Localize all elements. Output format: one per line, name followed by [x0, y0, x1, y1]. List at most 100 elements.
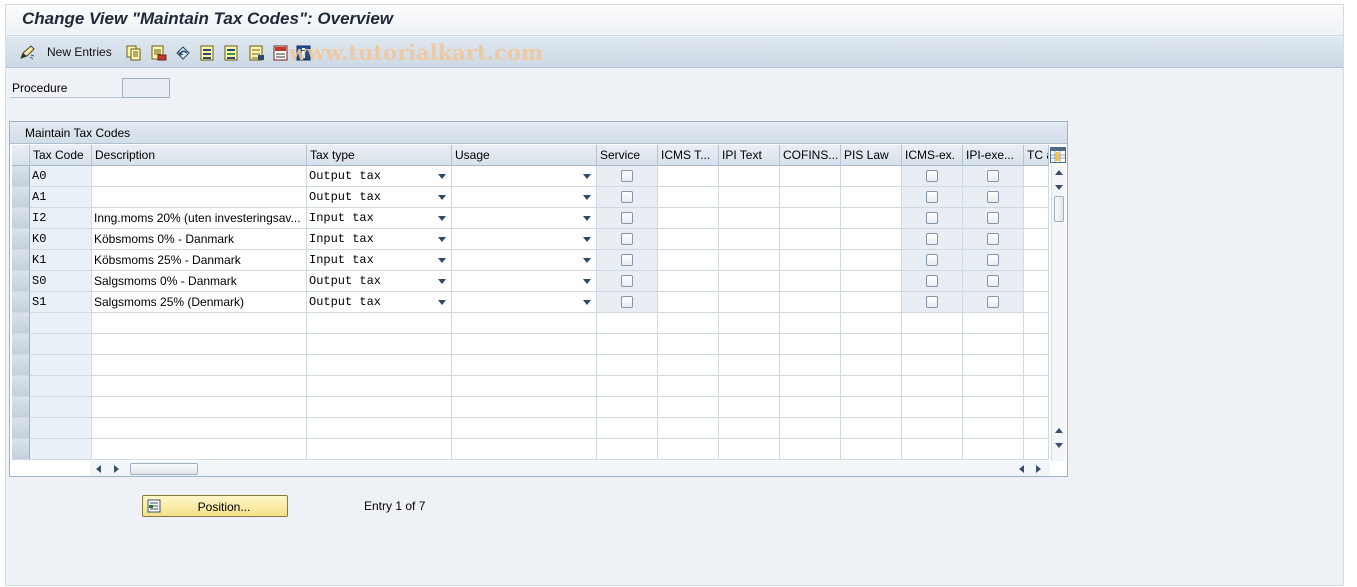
- col-header-icms-t[interactable]: ICMS T...: [658, 145, 719, 166]
- ipi-exe-checkbox[interactable]: [987, 254, 999, 266]
- cell-tax-code[interactable]: [30, 334, 92, 355]
- row-selector[interactable]: [12, 208, 30, 229]
- cell-description[interactable]: Salgsmoms 25% (Denmark): [92, 292, 307, 313]
- cell-pis-law[interactable]: [841, 208, 902, 229]
- procedure-input[interactable]: [122, 78, 170, 98]
- cell-icms-t[interactable]: [658, 376, 719, 397]
- cell-ipi-exe[interactable]: [963, 313, 1024, 334]
- cell-tax-type-dropdown[interactable]: Output tax: [307, 292, 452, 313]
- cell-tc[interactable]: [1024, 334, 1049, 355]
- row-selector[interactable]: [12, 355, 30, 376]
- chevron-down-icon[interactable]: [438, 216, 446, 221]
- col-header-ipi-text[interactable]: IPI Text: [719, 145, 780, 166]
- cell-description[interactable]: [92, 397, 307, 418]
- select-all-rows-header[interactable]: [12, 145, 30, 166]
- icms-ex-checkbox[interactable]: [926, 170, 938, 182]
- cell-usage-dropdown[interactable]: [452, 271, 597, 292]
- cell-cofins[interactable]: [780, 229, 841, 250]
- cell-icms-t[interactable]: [658, 397, 719, 418]
- cell-description[interactable]: [92, 439, 307, 460]
- cell-ipi-exe[interactable]: [963, 418, 1024, 439]
- scroll-right-arrow-icon[interactable]: [114, 465, 119, 473]
- cell-description[interactable]: [92, 166, 307, 187]
- cell-description[interactable]: [92, 355, 307, 376]
- row-selector[interactable]: [12, 229, 30, 250]
- vertical-scrollbar[interactable]: [1051, 166, 1065, 461]
- cell-usage-dropdown[interactable]: [452, 250, 597, 271]
- column-settings-icon[interactable]: [1050, 147, 1066, 163]
- cell-tax-code[interactable]: A1: [30, 187, 92, 208]
- horizontal-scroll-thumb[interactable]: [130, 463, 198, 475]
- chevron-down-icon[interactable]: [583, 300, 591, 305]
- cell-usage-dropdown[interactable]: [452, 166, 597, 187]
- cell-icms-t[interactable]: [658, 271, 719, 292]
- cell-pis-law[interactable]: [841, 355, 902, 376]
- cell-tax-code[interactable]: [30, 355, 92, 376]
- cell-pis-law[interactable]: [841, 313, 902, 334]
- cell-tax-code[interactable]: [30, 397, 92, 418]
- cell-pis-law[interactable]: [841, 397, 902, 418]
- ipi-exe-checkbox[interactable]: [987, 212, 999, 224]
- cell-tax-code[interactable]: [30, 376, 92, 397]
- col-header-icms-ex[interactable]: ICMS-ex.: [902, 145, 963, 166]
- ipi-exe-checkbox[interactable]: [987, 296, 999, 308]
- cell-cofins[interactable]: [780, 250, 841, 271]
- cell-tax-code[interactable]: [30, 313, 92, 334]
- cell-icms-t[interactable]: [658, 292, 719, 313]
- undo-icon[interactable]: [174, 44, 192, 62]
- cell-ipi-text[interactable]: [719, 418, 780, 439]
- col-header-ipi-exe[interactable]: IPI-exe...: [963, 145, 1024, 166]
- row-selector[interactable]: [12, 376, 30, 397]
- cell-tax-type[interactable]: [307, 313, 452, 334]
- cell-usage[interactable]: [452, 418, 597, 439]
- row-selector[interactable]: [12, 292, 30, 313]
- row-selector[interactable]: [12, 334, 30, 355]
- row-selector[interactable]: [12, 250, 30, 271]
- cell-ipi-text[interactable]: [719, 208, 780, 229]
- cell-description[interactable]: Inng.moms 20% (uten investeringsav...: [92, 208, 307, 229]
- cell-icms-t[interactable]: [658, 439, 719, 460]
- cell-tax-code[interactable]: [30, 439, 92, 460]
- cell-usage-dropdown[interactable]: [452, 292, 597, 313]
- cell-ipi-text[interactable]: [719, 376, 780, 397]
- cell-icms-t[interactable]: [658, 166, 719, 187]
- cell-tax-type-dropdown[interactable]: Output tax: [307, 271, 452, 292]
- cell-usage[interactable]: [452, 355, 597, 376]
- cell-tax-type[interactable]: [307, 376, 452, 397]
- service-checkbox[interactable]: [621, 170, 633, 182]
- row-selector[interactable]: [12, 397, 30, 418]
- cell-ipi-text[interactable]: [719, 229, 780, 250]
- cell-cofins[interactable]: [780, 439, 841, 460]
- cell-icms-ex[interactable]: [902, 397, 963, 418]
- service-checkbox[interactable]: [621, 212, 633, 224]
- scroll-up-arrow-icon[interactable]: [1055, 170, 1063, 175]
- row-selector[interactable]: [12, 166, 30, 187]
- ipi-exe-checkbox[interactable]: [987, 191, 999, 203]
- deselect-all-icon[interactable]: [248, 44, 266, 62]
- row-selector[interactable]: [12, 439, 30, 460]
- cell-tc[interactable]: [1024, 229, 1049, 250]
- cell-service[interactable]: [597, 355, 658, 376]
- col-header-tax-code[interactable]: Tax Code: [30, 145, 92, 166]
- chevron-down-icon[interactable]: [583, 237, 591, 242]
- cell-description[interactable]: Salgsmoms 0% - Danmark: [92, 271, 307, 292]
- cell-usage[interactable]: [452, 334, 597, 355]
- scroll-far-left-arrow-icon[interactable]: [1019, 465, 1024, 473]
- cell-cofins[interactable]: [780, 334, 841, 355]
- col-header-pis-law[interactable]: PIS Law: [841, 145, 902, 166]
- col-header-description[interactable]: Description: [92, 145, 307, 166]
- cell-ipi-text[interactable]: [719, 166, 780, 187]
- delete-icon[interactable]: [150, 44, 168, 62]
- cell-pis-law[interactable]: [841, 418, 902, 439]
- cell-ipi-text[interactable]: [719, 355, 780, 376]
- col-header-service[interactable]: Service: [597, 145, 658, 166]
- col-header-cofins[interactable]: COFINS...: [780, 145, 841, 166]
- cell-pis-law[interactable]: [841, 229, 902, 250]
- cell-icms-ex[interactable]: [902, 439, 963, 460]
- chevron-down-icon[interactable]: [438, 258, 446, 263]
- cell-ipi-exe[interactable]: [963, 334, 1024, 355]
- cell-tc[interactable]: [1024, 166, 1049, 187]
- chevron-down-icon[interactable]: [438, 237, 446, 242]
- print-icon[interactable]: [272, 44, 290, 62]
- icms-ex-checkbox[interactable]: [926, 275, 938, 287]
